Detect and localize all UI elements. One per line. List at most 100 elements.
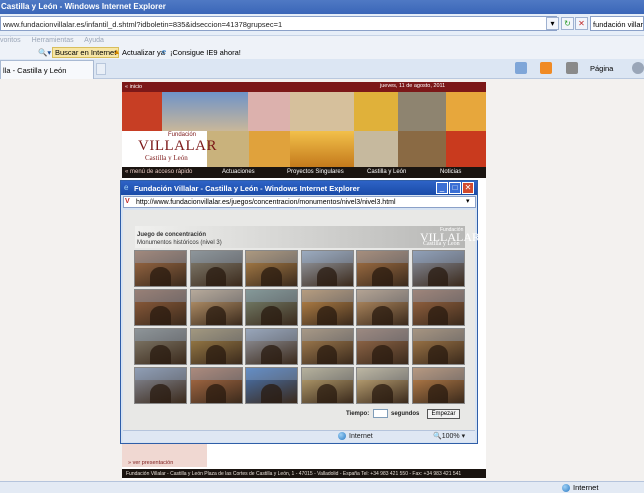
memory-card-cathedral[interactable] <box>245 367 298 404</box>
memory-card-gothic-facade[interactable] <box>189 328 243 365</box>
memory-card-arch-portal[interactable] <box>134 289 187 326</box>
memory-card-city-wall[interactable] <box>189 289 243 326</box>
logo-subtitle: Castilla y León <box>145 154 188 162</box>
card-sky <box>190 368 242 381</box>
memory-card-window-arch[interactable] <box>356 328 409 365</box>
home-icon[interactable] <box>515 62 527 74</box>
card-sky <box>301 290 353 303</box>
address-input[interactable]: www.fundacionvillalar.es/infantil_d.shtm… <box>0 16 557 31</box>
site-date: jueves, 11 de agosto, 2011 <box>380 83 446 89</box>
game-logo-subtitle: Castilla y León <box>423 241 460 247</box>
presentation-link[interactable]: » ver presentación <box>128 460 173 466</box>
city-wall-icon <box>372 305 393 325</box>
tab-castilla-y-leon[interactable]: lla - Castilla y León <box>0 60 94 79</box>
memory-card-gothic-facade[interactable] <box>245 250 298 287</box>
menu-favorites[interactable]: voritos <box>0 37 21 44</box>
site-logo[interactable]: VILLALAR <box>138 138 217 155</box>
memory-card-cloister[interactable] <box>189 250 243 287</box>
print-icon[interactable] <box>566 62 578 74</box>
card-sky <box>412 329 464 342</box>
cathedral-icon <box>316 344 338 364</box>
memory-card-cloister[interactable] <box>245 289 298 326</box>
ie9-link[interactable]: ¡Consigue IE9 ahora! <box>170 48 241 57</box>
banner-tile <box>249 131 290 167</box>
nav-actuaciones[interactable]: Actuaciones <box>222 169 255 175</box>
cloister-icon <box>261 305 282 325</box>
search-web-button[interactable]: Buscar en Internet <box>52 47 120 58</box>
city-wall-icon <box>205 305 227 325</box>
menu-tools[interactable]: Herramientas <box>32 37 74 44</box>
memory-card-aqueduct[interactable] <box>134 367 187 404</box>
city-wall-icon <box>261 344 282 364</box>
globe-icon <box>562 484 570 493</box>
memory-card-window-arch[interactable] <box>134 328 187 365</box>
memory-card-city-wall[interactable] <box>356 289 409 326</box>
memory-card-dome[interactable] <box>300 289 354 326</box>
memory-card-city-wall[interactable] <box>300 250 354 287</box>
aqueduct-icon <box>150 383 171 403</box>
memory-card-cathedral[interactable] <box>300 328 354 365</box>
banner-tile <box>248 92 290 131</box>
memory-card-cathedral[interactable] <box>356 250 409 287</box>
popup-address[interactable]: http://www.fundacionvillalar.es/juegos/c… <box>123 196 476 208</box>
minimize-button[interactable]: _ <box>436 182 448 194</box>
stop-icon[interactable]: ✕ <box>575 17 588 30</box>
site-footer: Fundación Villalar - Castilla y León Pla… <box>122 469 486 478</box>
maximize-button[interactable]: □ <box>449 182 461 194</box>
address-dropdown-icon[interactable]: ▾ <box>466 197 470 205</box>
memory-card-gothic-facade[interactable] <box>411 328 465 365</box>
zoom-control[interactable]: 🔍100% ▾ <box>433 432 465 440</box>
memory-card-castle[interactable] <box>356 367 409 404</box>
update-link[interactable]: Actualizar ya <box>122 48 165 57</box>
card-sky <box>412 251 464 264</box>
card-sky <box>135 251 186 264</box>
gothic-facade-icon <box>205 344 227 364</box>
quick-menu-link[interactable]: « menú de acceso rápido <box>125 169 192 175</box>
card-sky <box>135 329 186 342</box>
new-tab-button[interactable] <box>96 63 106 75</box>
warning-icon: ▲ <box>113 47 121 56</box>
memory-card-dome[interactable] <box>189 367 243 404</box>
castle-icon <box>316 383 338 403</box>
memory-card-castle[interactable] <box>300 367 354 404</box>
banner-arch-image <box>398 131 446 167</box>
window-title: Castilla y León - Windows Internet Explo… <box>0 0 644 14</box>
page-icon: V <box>125 198 130 205</box>
search-input[interactable]: fundación villar <box>590 16 644 31</box>
nav-proyectos[interactable]: Proyectos Singulares <box>287 169 344 175</box>
card-sky <box>246 251 297 264</box>
card-sky <box>412 290 464 303</box>
nav-castilla-leon[interactable]: Castilla y León <box>367 169 406 175</box>
inicio-link[interactable]: « inicio <box>125 84 142 90</box>
menu-help[interactable]: Ayuda <box>84 37 104 44</box>
memory-card-aqueduct[interactable] <box>411 250 465 287</box>
globe-icon <box>338 432 346 440</box>
popup-zone: Internet <box>338 432 373 440</box>
banner-tile <box>446 92 486 131</box>
game-subtitle: Monumentos históricos (nivel 3) <box>137 240 222 246</box>
page-menu[interactable]: Página <box>590 64 613 73</box>
dropdown-icon[interactable]: ▾ <box>546 17 559 30</box>
status-bar <box>0 481 644 493</box>
nav-noticias[interactable]: Noticias <box>440 169 461 175</box>
ie-icon: e <box>124 183 129 192</box>
search-icon[interactable]: 🔍▾ <box>38 48 51 57</box>
arch-portal-icon <box>427 305 449 325</box>
memory-card-arch-portal[interactable] <box>134 250 187 287</box>
banner-tile <box>354 131 398 167</box>
rss-icon[interactable] <box>540 62 552 74</box>
card-sky <box>190 251 242 264</box>
aqueduct-icon <box>427 266 449 286</box>
banner-tile <box>354 92 398 131</box>
status-zone-label: Internet <box>573 483 599 492</box>
memory-card-city-wall[interactable] <box>245 328 298 365</box>
zoom-level: 100% <box>441 433 460 440</box>
close-button[interactable]: ✕ <box>462 182 474 194</box>
refresh-icon[interactable]: ↻ <box>561 17 574 30</box>
memory-card-dome[interactable] <box>411 367 465 404</box>
memory-card-arch-portal[interactable] <box>411 289 465 326</box>
gothic-facade-icon <box>427 344 449 364</box>
tools-gear-icon[interactable] <box>632 62 644 74</box>
start-button[interactable]: Empezar <box>427 409 460 419</box>
timer-label: Tiempo: <box>346 411 370 417</box>
